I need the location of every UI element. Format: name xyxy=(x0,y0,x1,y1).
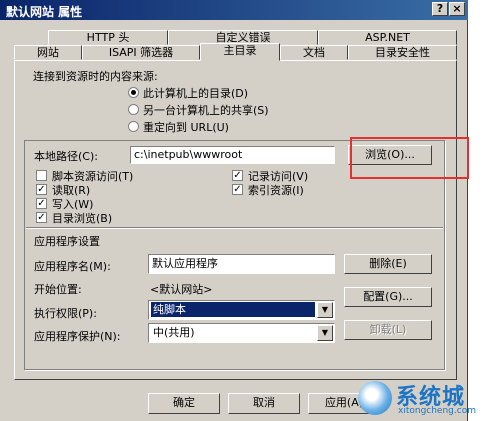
directory-browsing-label[interactable]: 目录浏览(B) xyxy=(52,210,112,226)
radio-network-share-label[interactable]: 另一台计算机上的共享(S) xyxy=(143,102,269,118)
configure-button[interactable]: 配置(G)... xyxy=(344,287,432,307)
exec-permissions-label: 执行权限(P): xyxy=(34,307,97,320)
radio-local-directory[interactable] xyxy=(128,87,139,98)
app-protection-value: 中(共用) xyxy=(153,326,195,339)
app-protection-select[interactable]: 中(共用) ▼ xyxy=(148,323,335,343)
start-location-label: 开始位置: xyxy=(34,283,82,296)
local-path-input[interactable]: c:\inetpub\wwwroot xyxy=(130,146,335,164)
radio-local-directory-label[interactable]: 此计算机上的目录(D) xyxy=(143,85,248,101)
exec-permissions-value: 纯脚本 xyxy=(151,302,315,317)
close-button[interactable]: × xyxy=(449,2,465,16)
window-title: 默认网站 属性 xyxy=(6,5,83,19)
tab-directory-security[interactable]: 目录安全性 xyxy=(348,45,457,60)
local-path-label: 本地路径(C): xyxy=(34,150,98,163)
checkbox-write[interactable]: ✓ xyxy=(36,198,47,209)
checkbox-read[interactable]: ✓ xyxy=(36,184,47,195)
tab-isapi-filters[interactable]: ISAPI 筛选器 xyxy=(82,45,200,60)
tab-home-directory[interactable]: 主目录 xyxy=(200,43,280,61)
ok-button[interactable]: 确定 xyxy=(148,393,220,414)
checkbox-script-source-access[interactable] xyxy=(36,170,47,181)
highlight-box xyxy=(350,137,469,179)
watermark-domain: xitongcheng.com xyxy=(398,406,476,416)
app-name-label: 应用程序名(M): xyxy=(34,260,111,273)
app-settings-heading: 应用程序设置 xyxy=(34,235,100,248)
watermark-logo-icon: ✓ xyxy=(358,381,392,415)
unload-button[interactable]: 卸载(L) xyxy=(344,320,432,340)
tab-documents[interactable]: 文档 xyxy=(280,45,348,60)
chevron-down-icon[interactable]: ▼ xyxy=(317,302,333,318)
radio-network-share[interactable] xyxy=(128,104,139,115)
tab-http-headers[interactable]: HTTP 头 xyxy=(48,30,168,45)
properties-dialog: 默认网站 属性 ? × HTTP 头 自定义错误 ASP.NET 网站 ISAP… xyxy=(0,0,468,421)
app-name-input[interactable]: 默认应用程序 xyxy=(148,254,335,274)
remove-button[interactable]: 删除(E) xyxy=(344,254,432,274)
checkbox-directory-browsing[interactable]: ✓ xyxy=(36,212,47,223)
exec-permissions-select[interactable]: 纯脚本 ▼ xyxy=(148,300,335,320)
source-heading: 连接到资源时的内容来源: xyxy=(33,70,158,83)
section-divider xyxy=(26,227,443,229)
radio-redirect-url[interactable] xyxy=(128,121,139,132)
tab-website[interactable]: 网站 xyxy=(14,45,82,60)
tab-aspnet[interactable]: ASP.NET xyxy=(318,30,457,45)
app-protection-label: 应用程序保护(N): xyxy=(34,330,121,343)
chevron-down-icon[interactable]: ▼ xyxy=(317,325,333,341)
checkbox-log-visits[interactable]: ✓ xyxy=(232,170,243,181)
index-resource-label[interactable]: 索引资源(I) xyxy=(248,182,304,198)
title-bar: 默认网站 属性 ? × xyxy=(0,0,468,20)
checkbox-index-resource[interactable]: ✓ xyxy=(232,184,243,195)
watermark: ✓ 系统城 xitongcheng.com xyxy=(358,379,498,419)
radio-redirect-url-label[interactable]: 重定向到 URL(U) xyxy=(143,119,229,135)
help-button[interactable]: ? xyxy=(432,2,448,16)
cancel-button[interactable]: 取消 xyxy=(228,393,300,414)
start-location-value: <默认网站> xyxy=(150,283,213,296)
